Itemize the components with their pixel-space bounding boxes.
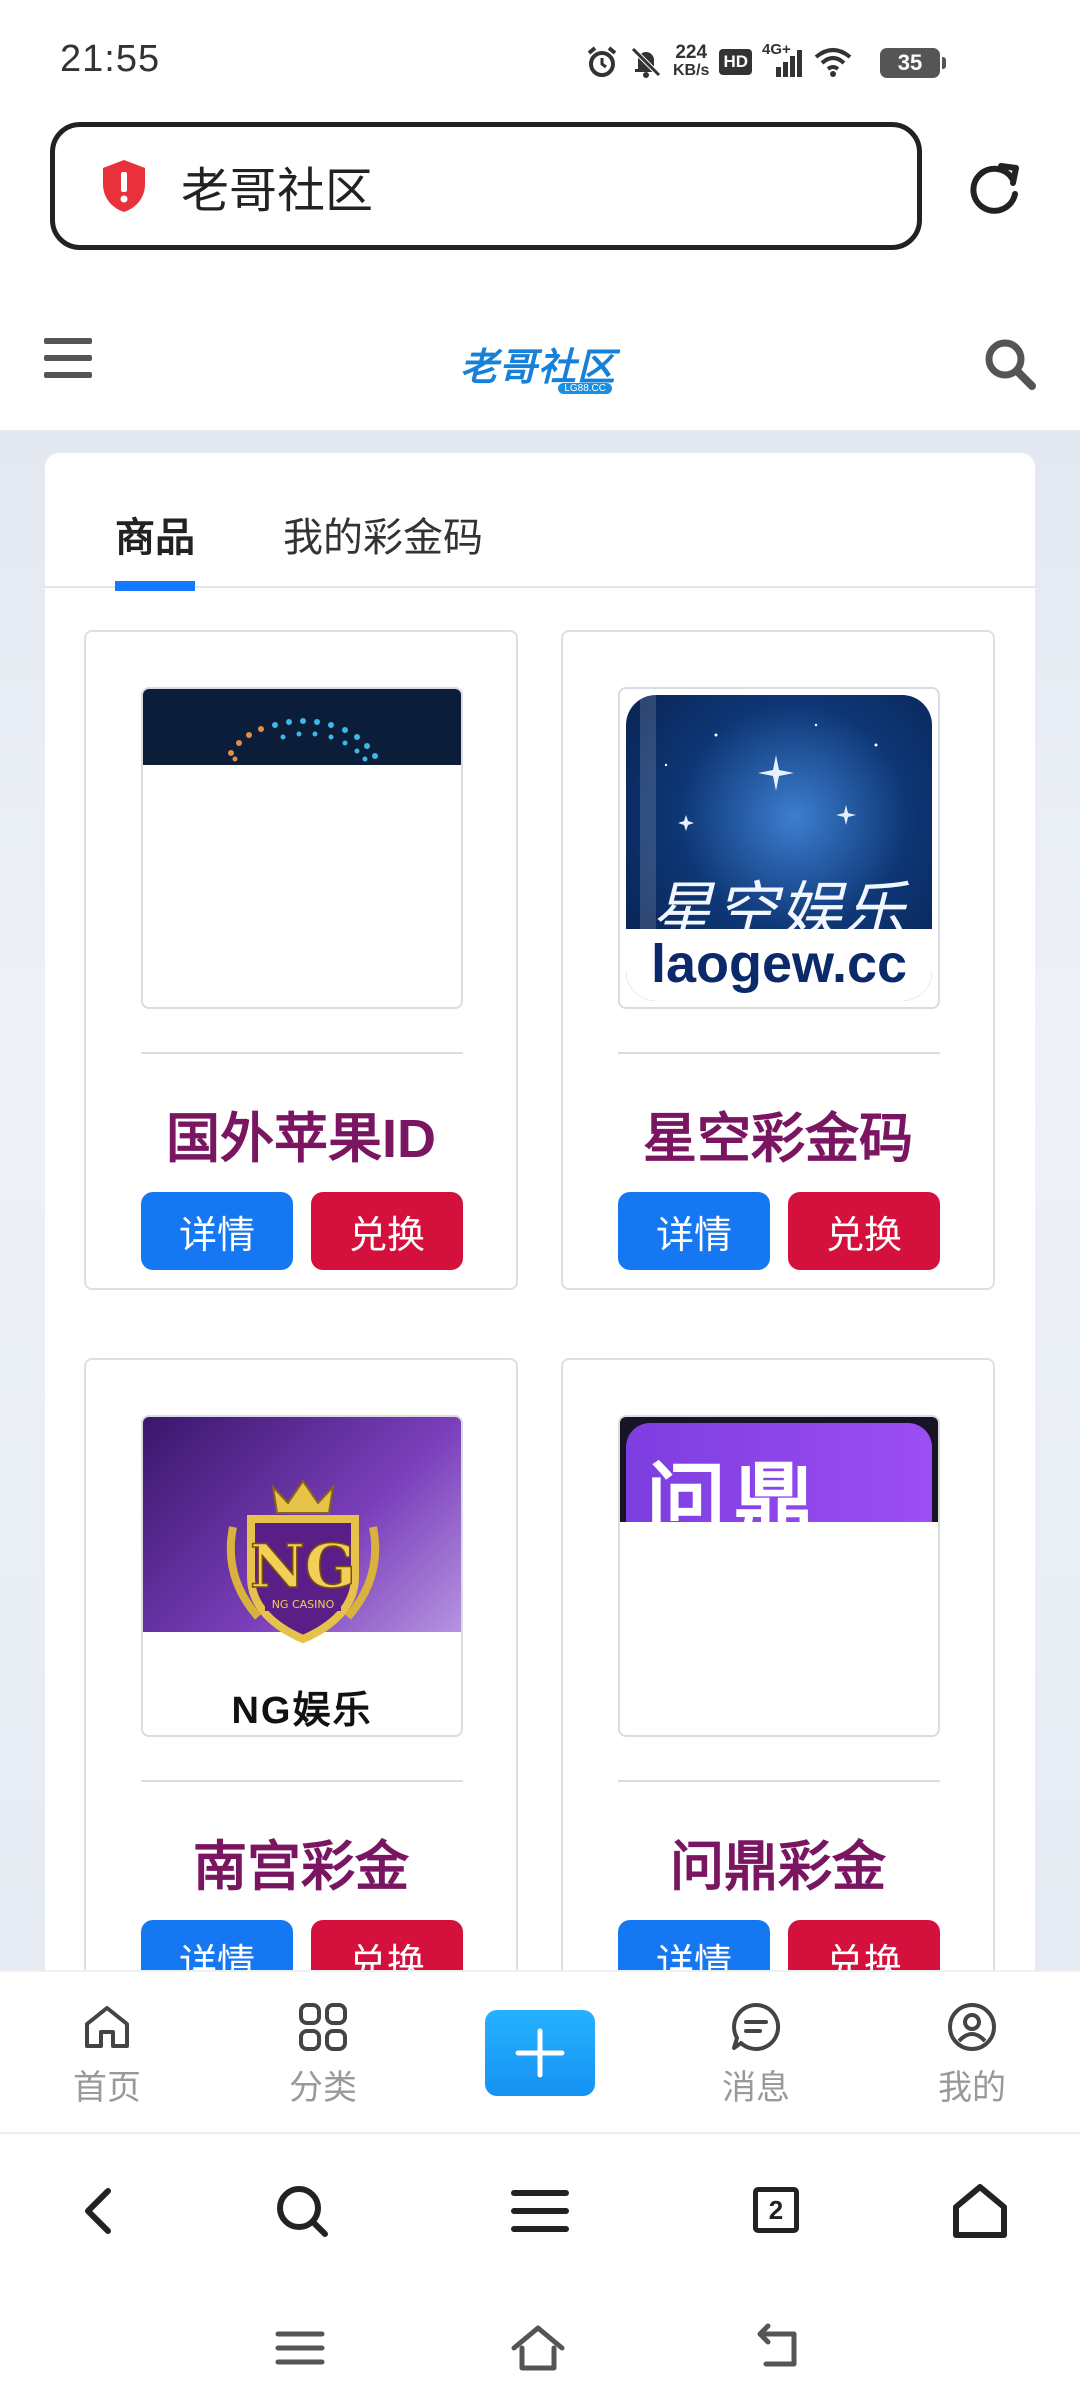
badge-text: NG (250, 1532, 356, 1602)
alarm-icon (587, 46, 617, 77)
system-back-icon[interactable] (748, 2318, 808, 2378)
tabs-switcher-button[interactable]: 2 (745, 2179, 809, 2243)
card-divider (618, 1052, 940, 1054)
battery-indicator: 35 (880, 48, 946, 78)
product-image-domain: laogew.cc (650, 934, 908, 994)
product-image-banner (143, 689, 461, 765)
site-logo-sub: LG88.CC (558, 383, 612, 394)
nav-category[interactable]: 分类 (253, 2000, 393, 2109)
product-image-band: laogew.cc (626, 929, 932, 1001)
badge-sub-text: NG CASINO (272, 1598, 335, 1611)
nav-post-button[interactable] (485, 2010, 595, 2096)
status-time: 21:55 (60, 38, 161, 80)
address-text[interactable]: 老哥社区 (181, 151, 373, 221)
detail-button[interactable]: 详情 (618, 1192, 770, 1270)
browser-menu-icon[interactable] (508, 2179, 572, 2243)
shield-warning-icon[interactable] (99, 158, 149, 214)
content-card: 商品 我的彩金码 国外苹果ID 详情 兑换 星空娱乐 laogew.cc 星空彩… (45, 453, 1035, 2018)
wifi-icon (814, 48, 852, 77)
grid-icon (299, 2003, 347, 2051)
product-image-banner: 问鼎 (620, 1417, 938, 1541)
tab-bar: 商品 我的彩金码 (45, 453, 1035, 591)
mute-bell-icon (631, 47, 661, 78)
product-image[interactable]: NG NG CASINO NG娱乐 (141, 1415, 463, 1737)
signal-icon: 4G+ (762, 41, 804, 79)
product-card: 问鼎 问鼎彩金 详情 兑换 (561, 1358, 995, 2018)
card-divider (141, 1052, 463, 1054)
product-image[interactable]: 星空娱乐 laogew.cc (618, 687, 940, 1009)
recent-apps-icon[interactable] (270, 2318, 330, 2378)
search-icon[interactable] (982, 336, 1038, 392)
product-title[interactable]: 问鼎彩金 (563, 1822, 993, 1901)
status-icons: 224 KB/s HD 4G+ (585, 40, 852, 84)
product-title[interactable]: 南宫彩金 (86, 1822, 516, 1901)
card-divider (141, 1780, 463, 1782)
nav-category-label: 分类 (289, 2069, 357, 2107)
product-card: NG NG CASINO NG娱乐 南宫彩金 详情 兑换 (84, 1358, 518, 2018)
dots-arc-graphic (228, 718, 378, 762)
reload-icon[interactable] (965, 158, 1025, 218)
hamburger-menu-icon[interactable] (42, 336, 94, 380)
net-speed-value: 224 (675, 42, 708, 63)
ng-casino-badge-icon: NG NG CASINO (226, 1479, 380, 1644)
hd-badge: HD (719, 49, 752, 75)
nav-messages[interactable]: 消息 (686, 2000, 826, 2109)
tab-goods[interactable]: 商品 (115, 505, 195, 591)
home-icon (85, 2006, 129, 2048)
starry-sky-graphic: 星空娱乐 laogew.cc (626, 695, 932, 1001)
site-logo[interactable]: 老哥社区 LG88.CC (460, 336, 620, 396)
nav-home-label: 首页 (73, 2069, 141, 2107)
product-image-top-text: 问鼎 (646, 1456, 822, 1545)
product-image[interactable] (141, 687, 463, 1009)
browser-toolbar: 2 (0, 2132, 1080, 2282)
product-image[interactable]: 问鼎 (618, 1415, 940, 1737)
site-header: 老哥社区 LG88.CC (0, 300, 1080, 430)
net-speed-unit: KB/s (672, 62, 710, 79)
redeem-button[interactable]: 兑换 (788, 1192, 940, 1270)
product-card: 星空娱乐 laogew.cc 星空彩金码 详情 兑换 (561, 630, 995, 1290)
net-speed: 224 KB/s (672, 42, 710, 80)
nav-mine[interactable]: 我的 (902, 2000, 1042, 2109)
card-divider (618, 1780, 940, 1782)
back-icon[interactable] (68, 2179, 132, 2243)
detail-button[interactable]: 详情 (141, 1192, 293, 1270)
product-image-banner-inner: 问鼎 (626, 1423, 932, 1541)
product-title[interactable]: 星空彩金码 (563, 1094, 993, 1173)
user-icon (948, 2003, 996, 2051)
product-image-label: NG娱乐 (231, 1690, 373, 1732)
browser-home-icon[interactable] (948, 2179, 1012, 2243)
nav-home[interactable]: 首页 (37, 2000, 177, 2109)
tab-count: 2 (753, 2187, 799, 2233)
nav-mine-label: 我的 (938, 2069, 1006, 2107)
product-card: 国外苹果ID 详情 兑换 (84, 630, 518, 1290)
status-bar: 21:55 224 KB/s HD 4G+ 35 (0, 0, 1080, 118)
nav-messages-label: 消息 (722, 2069, 790, 2107)
browser-search-icon[interactable] (270, 2179, 334, 2243)
redeem-button[interactable]: 兑换 (311, 1192, 463, 1270)
plus-icon (515, 2028, 565, 2078)
tab-my-codes[interactable]: 我的彩金码 (283, 505, 483, 585)
product-title[interactable]: 国外苹果ID (86, 1094, 516, 1173)
address-bar[interactable]: 老哥社区 (50, 122, 922, 250)
system-home-icon[interactable] (508, 2318, 568, 2378)
message-icon (732, 2002, 781, 2051)
site-bottom-nav: 首页 分类 消息 我的 (0, 1970, 1080, 2130)
system-nav-bar (0, 2282, 1080, 2408)
